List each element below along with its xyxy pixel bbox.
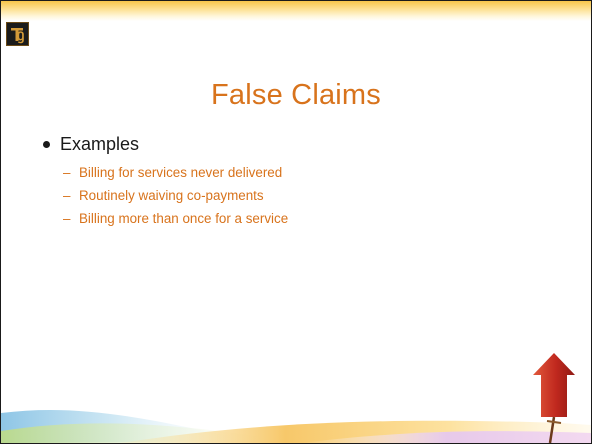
sub-bullet-text: Routinely waiving co-payments <box>79 188 264 203</box>
slide: False Claims Examples – Billing for serv… <box>0 0 592 444</box>
dash-marker-icon: – <box>63 188 71 203</box>
sub-bullet-item: – Billing more than once for a service <box>63 211 288 234</box>
bullet-label: Examples <box>60 134 140 154</box>
sub-bullet-item: – Billing for services never delivered <box>63 165 288 188</box>
slide-content: Examples – Billing for services never de… <box>43 134 288 234</box>
bullet-item: Examples <box>43 134 288 155</box>
top-gradient-band <box>1 1 591 21</box>
tg-logo-icon <box>6 22 29 46</box>
dash-marker-icon: – <box>63 211 71 226</box>
sub-bullet-text: Billing more than once for a service <box>79 211 289 226</box>
bottom-decoration <box>1 353 591 443</box>
sub-bullet-list: – Billing for services never delivered –… <box>43 165 288 234</box>
slide-title: False Claims <box>211 79 381 111</box>
dash-marker-icon: – <box>63 165 71 180</box>
sub-bullet-item: – Routinely waiving co-payments <box>63 188 288 211</box>
sub-bullet-text: Billing for services never delivered <box>79 165 283 180</box>
bullet-dot-icon <box>43 141 50 148</box>
